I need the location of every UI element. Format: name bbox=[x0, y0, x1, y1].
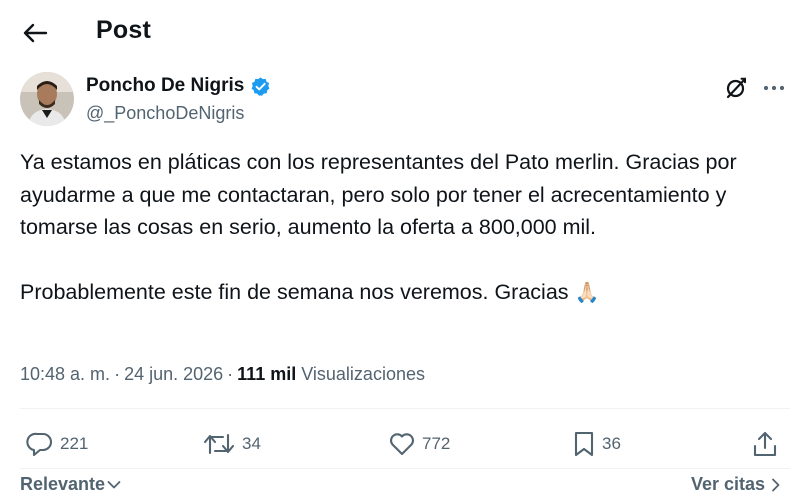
repost-icon bbox=[203, 433, 235, 455]
page-title: Post bbox=[96, 16, 151, 44]
like-count: 772 bbox=[422, 434, 451, 453]
back-button[interactable] bbox=[18, 18, 52, 48]
share-button[interactable] bbox=[752, 424, 778, 464]
avatar[interactable] bbox=[20, 72, 74, 126]
bookmark-icon bbox=[574, 431, 594, 457]
separator-dot: · bbox=[227, 364, 234, 384]
view-quotes-link[interactable]: Ver citas bbox=[691, 474, 781, 495]
post-time[interactable]: 10:48 a. m. bbox=[20, 364, 110, 384]
post-paragraph: Ya estamos en pláticas con los represent… bbox=[20, 150, 737, 239]
share-icon bbox=[753, 431, 777, 457]
views-count: 111 mil bbox=[237, 364, 297, 384]
more-options-button[interactable] bbox=[760, 74, 788, 102]
more-dots-icon bbox=[763, 85, 785, 91]
author-handle[interactable]: @_PonchoDeNigris bbox=[86, 103, 244, 124]
sort-replies-dropdown[interactable]: Relevante bbox=[20, 474, 121, 495]
grok-icon bbox=[726, 77, 746, 99]
reply-icon bbox=[26, 432, 52, 457]
heart-icon bbox=[390, 433, 414, 456]
post-header: Post bbox=[0, 0, 811, 66]
chevron-down-icon bbox=[107, 480, 121, 488]
repost-button[interactable]: 34 bbox=[202, 424, 261, 464]
like-button[interactable]: 772 bbox=[388, 424, 450, 464]
divider bbox=[20, 468, 790, 469]
author-display-name[interactable]: Poncho De Nigris bbox=[86, 75, 244, 97]
divider bbox=[20, 408, 790, 409]
post-meta: 10:48 a. m. · 24 jun. 2026 · 111 mil Visuali… bbox=[20, 364, 425, 385]
post-paragraph-text: Probablemente este fin de semana nos ver… bbox=[20, 279, 569, 304]
action-bar: 221 34 772 36 bbox=[20, 424, 790, 464]
author-name-row: Poncho De Nigris bbox=[86, 75, 271, 97]
chevron-right-icon bbox=[772, 478, 780, 491]
verified-badge-icon bbox=[250, 76, 271, 97]
sort-label: Relevante bbox=[20, 474, 106, 494]
reply-count: 221 bbox=[60, 434, 89, 453]
bookmark-count: 36 bbox=[602, 434, 621, 453]
arrow-left-icon bbox=[23, 23, 48, 43]
reply-button[interactable]: 221 bbox=[26, 424, 88, 464]
post-paragraph: Probablemente este fin de semana nos ver… bbox=[20, 276, 790, 309]
separator-dot: · bbox=[114, 364, 121, 384]
grok-button[interactable] bbox=[722, 74, 750, 102]
views-label: Visualizaciones bbox=[301, 364, 425, 384]
repost-count: 34 bbox=[242, 434, 261, 453]
bookmark-button[interactable]: 36 bbox=[572, 424, 621, 464]
view-quotes-label: Ver citas bbox=[690, 474, 765, 494]
post-date[interactable]: 24 jun. 2026 bbox=[124, 364, 223, 384]
praying-hands-emoji: 🙏🏻 bbox=[574, 279, 600, 304]
post-text: Ya estamos en pláticas con los represent… bbox=[20, 146, 790, 308]
